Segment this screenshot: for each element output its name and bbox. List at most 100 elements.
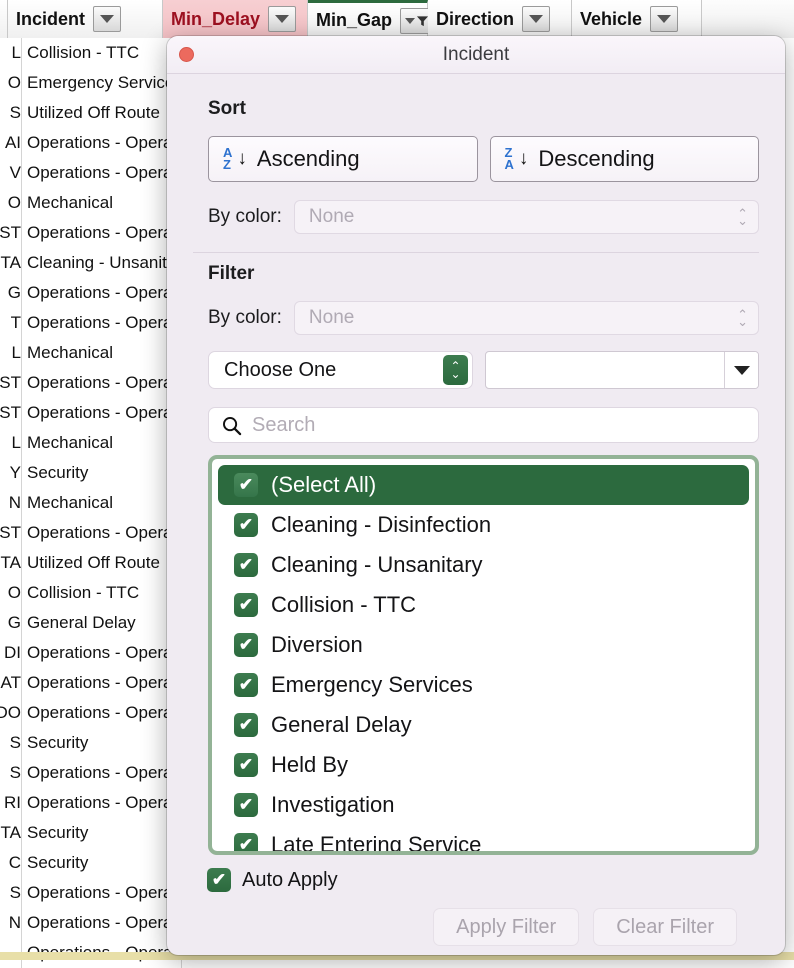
checkbox[interactable]: ✔ [234, 513, 258, 537]
list-item-label: Cleaning - Disinfection [271, 512, 491, 538]
checkbox[interactable]: ✔ [234, 793, 258, 817]
filter-by-color-row: By color: None ⌃⌄ [208, 301, 759, 335]
clear-filter-button[interactable]: Clear Filter [593, 908, 737, 946]
incident-cell[interactable]: Security [22, 728, 182, 758]
incident-cell[interactable]: Operations - Operator [22, 158, 182, 188]
filter-value-list[interactable]: ✔(Select All)✔Cleaning - Disinfection✔Cl… [208, 455, 759, 855]
list-item[interactable]: ✔Collision - TTC [218, 585, 749, 625]
search-input[interactable]: Search [208, 407, 759, 443]
incident-cell[interactable]: Mechanical [22, 488, 182, 518]
incident-cell[interactable]: Operations - Operator [22, 518, 182, 548]
sort-ascending-label: Ascending [257, 146, 360, 172]
incident-cell[interactable]: Operations - Operator [22, 368, 182, 398]
incident-cell[interactable]: Operations - Operator [22, 668, 182, 698]
incident-cell[interactable]: Operations - Operator [22, 398, 182, 428]
row-prefix-cell: C [0, 848, 22, 878]
dialog-titlebar: Incident [167, 36, 785, 74]
checkbox[interactable]: ✔ [234, 473, 258, 497]
incident-cell[interactable]: Operations - Operator [22, 788, 182, 818]
incident-cell[interactable]: Security [22, 458, 182, 488]
apply-filter-button[interactable]: Apply Filter [433, 908, 579, 946]
column-header-min-gap[interactable]: Min_Gap [308, 0, 428, 38]
incident-cell[interactable]: Security [22, 848, 182, 878]
incident-cell[interactable]: Mechanical [22, 428, 182, 458]
incident-cell[interactable]: Operations - Operator [22, 308, 182, 338]
incident-cell[interactable]: Operations - Operator [22, 278, 182, 308]
incident-cell[interactable]: Emergency Services [22, 68, 182, 98]
checkbox[interactable]: ✔ [234, 833, 258, 855]
list-item-label: Diversion [271, 632, 363, 658]
min-delay-dropdown-icon[interactable] [268, 6, 296, 32]
incident-dropdown-icon[interactable] [93, 6, 121, 32]
auto-apply-row[interactable]: ✔ Auto Apply [207, 868, 759, 892]
incident-cell[interactable]: Mechanical [22, 188, 182, 218]
list-item-label: Late Entering Service [271, 832, 481, 855]
incident-cell[interactable]: Utilized Off Route [22, 548, 182, 578]
incident-cell[interactable]: Operations - Operator [22, 908, 182, 938]
chevron-down-icon[interactable] [724, 352, 758, 388]
checkbox[interactable]: ✔ [234, 753, 258, 777]
checkbox[interactable]: ✔ [234, 553, 258, 577]
incident-cell[interactable]: Operations - Operator [22, 878, 182, 908]
incident-cell[interactable]: General Delay [22, 608, 182, 638]
incident-cell[interactable]: Operations - Operator [22, 758, 182, 788]
checkbox[interactable]: ✔ [234, 673, 258, 697]
stepper-icon[interactable]: ⌃⌄ [443, 355, 468, 385]
row-prefix-cell: V [0, 158, 22, 188]
incident-cell[interactable]: Operations - Operator [22, 218, 182, 248]
vehicle-dropdown-icon[interactable] [650, 6, 678, 32]
row-prefix-cell: AI [0, 128, 22, 158]
column-header-min-gap-label: Min_Gap [316, 10, 398, 31]
row-number-header [0, 0, 8, 38]
incident-cell[interactable]: Operations - Operator [22, 638, 182, 668]
column-header-min-delay[interactable]: Min_Delay [163, 0, 308, 38]
auto-apply-checkbox[interactable]: ✔ [207, 868, 231, 892]
row-prefix-cell: DO [0, 698, 22, 728]
incident-cell[interactable]: Operations - Operator [22, 128, 182, 158]
row-prefix-cell: L [0, 428, 22, 458]
chevron-updown-icon: ⌃⌄ [737, 311, 748, 325]
chevron-updown-icon: ⌃⌄ [737, 210, 748, 224]
incident-cell[interactable]: Utilized Off Route [22, 98, 182, 128]
sort-descending-label: Descending [538, 146, 654, 172]
row-prefix-cell: L [0, 338, 22, 368]
list-item[interactable]: ✔ Investigation [218, 785, 749, 825]
sort-ascending-button[interactable]: AZ ↓ Ascending [208, 136, 478, 182]
filter-condition-select[interactable]: Choose One ⌃⌄ [208, 351, 473, 389]
column-header-incident[interactable]: Incident [8, 0, 163, 38]
sort-by-color-row: By color: None ⌃⌄ [208, 200, 759, 234]
column-header-row: Incident Min_Delay Min_Gap Direction Veh… [0, 0, 794, 38]
column-header-empty [702, 0, 794, 38]
incident-cell[interactable]: Collision - TTC [22, 38, 182, 68]
list-item[interactable]: ✔ Cleaning - Unsanitary [218, 545, 749, 585]
list-item-label: Cleaning - Unsanitary [271, 552, 483, 578]
row-prefix-cell: DI [0, 638, 22, 668]
sort-by-color-select[interactable]: None ⌃⌄ [294, 200, 759, 234]
filter-value-combobox[interactable] [485, 351, 759, 389]
incident-cell[interactable]: Operations - Operator [22, 698, 182, 728]
column-header-direction[interactable]: Direction [428, 0, 572, 38]
checkbox[interactable]: ✔ [234, 713, 258, 737]
incident-cell[interactable]: Mechanical [22, 338, 182, 368]
column-header-vehicle[interactable]: Vehicle [572, 0, 702, 38]
checkbox[interactable]: ✔ [234, 633, 258, 657]
sort-descending-button[interactable]: ZA ↓ Descending [490, 136, 760, 182]
direction-dropdown-icon[interactable] [522, 6, 550, 32]
incident-cell[interactable]: Security [22, 818, 182, 848]
incident-cell[interactable]: Cleaning - Unsanitary [22, 248, 182, 278]
list-item[interactable]: ✔(Select All) [218, 465, 749, 505]
sort-descending-icon: ZA [505, 147, 514, 171]
filter-by-color-select[interactable]: None ⌃⌄ [294, 301, 759, 335]
incident-filter-dialog: Incident Sort AZ ↓ Ascending ZA ↓ Descen… [167, 36, 785, 955]
column-header-vehicle-label: Vehicle [580, 9, 648, 30]
incident-cell[interactable]: Collision - TTC [22, 578, 182, 608]
list-item[interactable]: ✔Held By [218, 745, 749, 785]
list-item-label: Investigation [271, 792, 395, 818]
list-item[interactable]: ✔ Cleaning - Disinfection [218, 505, 749, 545]
checkbox[interactable]: ✔ [234, 593, 258, 617]
list-item[interactable]: ✔Emergency Services [218, 665, 749, 705]
list-item[interactable]: ✔General Delay [218, 705, 749, 745]
list-item[interactable]: ✔ Late Entering Service [218, 825, 749, 855]
filter-condition-row: Choose One ⌃⌄ [208, 351, 759, 389]
list-item[interactable]: ✔ Diversion [218, 625, 749, 665]
